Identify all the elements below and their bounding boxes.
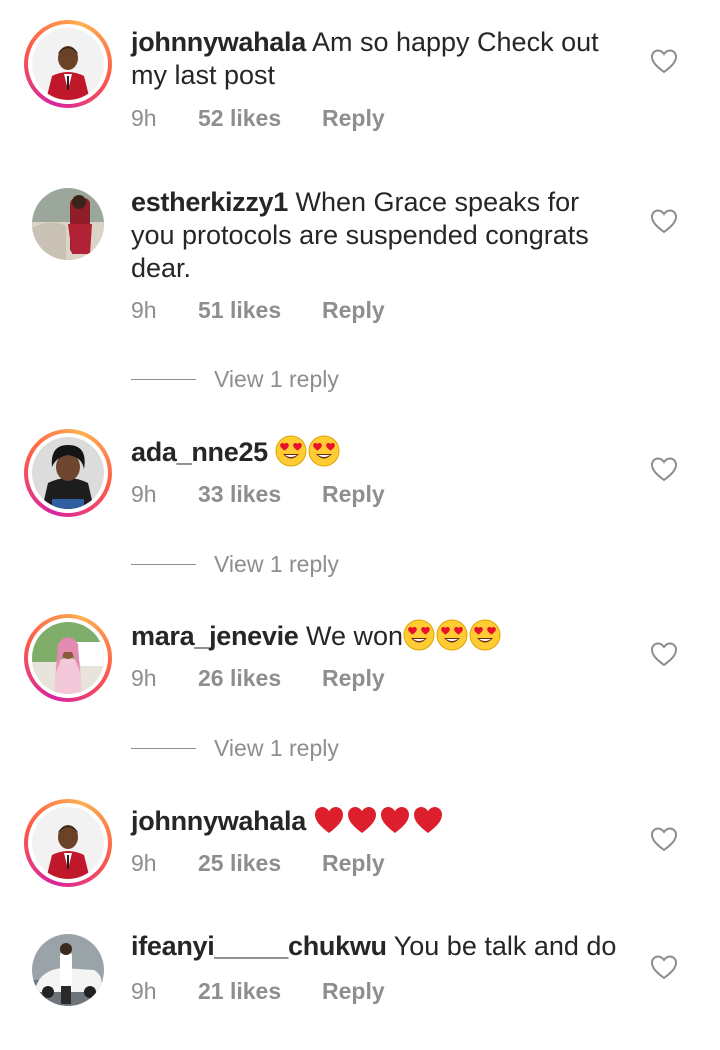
emoji-group (313, 806, 445, 836)
comment-time: 9h (131, 105, 157, 131)
comment-text: estherkizzy1 When Grace speaks for you p… (131, 186, 626, 285)
comment-body: You be talk and do (386, 931, 617, 961)
comment-time: 9h (131, 297, 157, 323)
story-ring[interactable] (24, 614, 112, 702)
comment-text: johnnywahala (131, 804, 626, 838)
heart-eyes-emoji-icon (308, 435, 340, 467)
comment-time: 9h (131, 481, 157, 507)
reply-button[interactable]: Reply (322, 663, 385, 693)
like-heart-icon[interactable] (650, 456, 678, 482)
like-heart-icon[interactable] (650, 48, 678, 74)
reply-button[interactable]: Reply (322, 479, 385, 509)
avatar[interactable] (32, 622, 104, 694)
emoji-group (275, 435, 341, 467)
like-heart-icon[interactable] (650, 641, 678, 667)
heart-eyes-emoji-icon (403, 619, 435, 651)
comment-text: mara_jenevie We won (131, 619, 626, 653)
divider-line (131, 748, 196, 749)
comment-likes[interactable]: 25 likes (198, 848, 281, 878)
story-ring[interactable] (24, 799, 112, 887)
avatar[interactable] (32, 28, 104, 100)
comment-text: ada_nne25 (131, 435, 626, 469)
emoji-group (403, 619, 502, 651)
comment-username[interactable]: mara_jenevie (131, 621, 299, 651)
divider-line (131, 379, 196, 380)
red-heart-emoji-icon (313, 804, 345, 836)
avatar[interactable] (32, 188, 104, 260)
reply-button[interactable]: Reply (322, 295, 385, 325)
comment-username[interactable]: johnnywahala (131, 806, 306, 836)
reply-button[interactable]: Reply (322, 976, 385, 1006)
heart-eyes-emoji-icon (436, 619, 468, 651)
comment-time: 9h (131, 850, 157, 876)
comment-body: We won (298, 621, 404, 651)
comment-likes[interactable]: 21 likes (198, 976, 281, 1006)
divider-line (131, 564, 196, 565)
red-heart-emoji-icon (412, 804, 444, 836)
comment-username[interactable]: johnnywahala (131, 27, 306, 57)
like-heart-icon[interactable] (650, 954, 678, 980)
red-heart-emoji-icon (379, 804, 411, 836)
like-heart-icon[interactable] (650, 826, 678, 852)
view-replies-label[interactable]: View 1 reply (214, 733, 339, 763)
comment-likes[interactable]: 51 likes (198, 295, 281, 325)
story-ring[interactable] (24, 429, 112, 517)
comment-likes[interactable]: 33 likes (198, 479, 281, 509)
comment-username[interactable]: ada_nne25 (131, 437, 268, 467)
reply-button[interactable]: Reply (322, 848, 385, 878)
avatar[interactable] (32, 934, 104, 1006)
story-ring[interactable] (24, 20, 112, 108)
comment-username[interactable]: estherkizzy1 (131, 187, 288, 217)
heart-eyes-emoji-icon (469, 619, 501, 651)
like-heart-icon[interactable] (650, 208, 678, 234)
comment-likes[interactable]: 52 likes (198, 103, 281, 133)
comment-username[interactable]: ifeanyi_____chukwu (131, 931, 387, 961)
reply-button[interactable]: Reply (322, 103, 385, 133)
red-heart-emoji-icon (346, 804, 378, 836)
comment-likes[interactable]: 26 likes (198, 663, 281, 693)
comment-time: 9h (131, 978, 157, 1004)
view-replies-label[interactable]: View 1 reply (214, 364, 339, 394)
heart-eyes-emoji-icon (275, 435, 307, 467)
comment-time: 9h (131, 665, 157, 691)
view-replies-label[interactable]: View 1 reply (214, 549, 339, 579)
comment-text: ifeanyi_____chukwu You be talk and do (131, 930, 626, 963)
avatar[interactable] (32, 807, 104, 879)
comment-text: johnnywahala Am so happy Check out my la… (131, 26, 626, 92)
avatar[interactable] (32, 437, 104, 509)
